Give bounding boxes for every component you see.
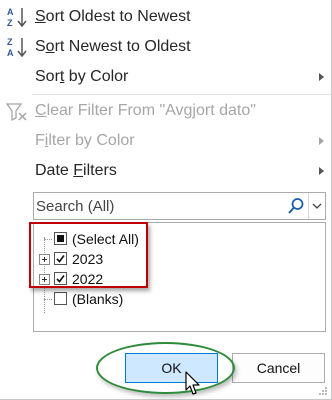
clear-filter-label: Clear Filter From "Avgjort dato" [35,102,256,119]
chevron-right-icon [319,73,324,81]
sort-by-color-item[interactable]: Sort by Color [0,62,332,92]
clear-filter-icon [6,103,27,122]
tree-connector [44,299,52,300]
date-filters-label: Date Filters [35,162,117,179]
menu-separator [32,94,331,95]
search-box [33,192,326,220]
chevron-right-icon [319,137,324,145]
sort-by-color-label: Sort by Color [35,68,129,85]
svg-text:A: A [7,7,14,17]
search-icon[interactable] [287,197,305,215]
cancel-button[interactable]: Cancel [232,353,325,383]
sort-oldest-to-newest-item[interactable]: A Z Sort Oldest to Newest [0,2,332,32]
date-filters-item[interactable]: Date Filters [0,156,332,186]
svg-text:Z: Z [7,18,13,28]
filter-by-color-item[interactable]: Filter by Color [0,126,332,156]
mouse-pointer-icon [185,371,200,395]
filter-dropdown-panel: A Z Sort Oldest to Newest Z A Sort Newes… [0,0,332,400]
sort-descending-icon: Z A [7,37,27,58]
svg-text:A: A [7,48,14,58]
search-dropdown-button[interactable] [308,193,325,219]
annotation-highlight-ellipse [96,342,235,394]
sort-newest-to-oldest-item[interactable]: Z A Sort Newest to Oldest [0,32,332,62]
search-input[interactable] [36,194,282,218]
clear-filter-item[interactable]: Clear Filter From "Avgjort dato" [0,96,332,126]
list-item-blanks[interactable]: (Blanks) [34,289,324,309]
blanks-checkbox[interactable] [54,292,67,305]
svg-text:Z: Z [7,37,13,47]
filter-by-color-label: Filter by Color [35,132,135,149]
sort-newest-label: Sort Newest to Oldest [35,38,191,55]
resize-grip-icon[interactable] [318,386,328,396]
chevron-right-icon [319,167,324,175]
annotation-highlight-box [29,222,148,288]
list-item-label: (Blanks) [72,291,124,307]
sort-ascending-icon: A Z [7,7,27,28]
sort-oldest-label: Sort Oldest to Newest [35,8,191,25]
chevron-down-icon [312,203,322,209]
